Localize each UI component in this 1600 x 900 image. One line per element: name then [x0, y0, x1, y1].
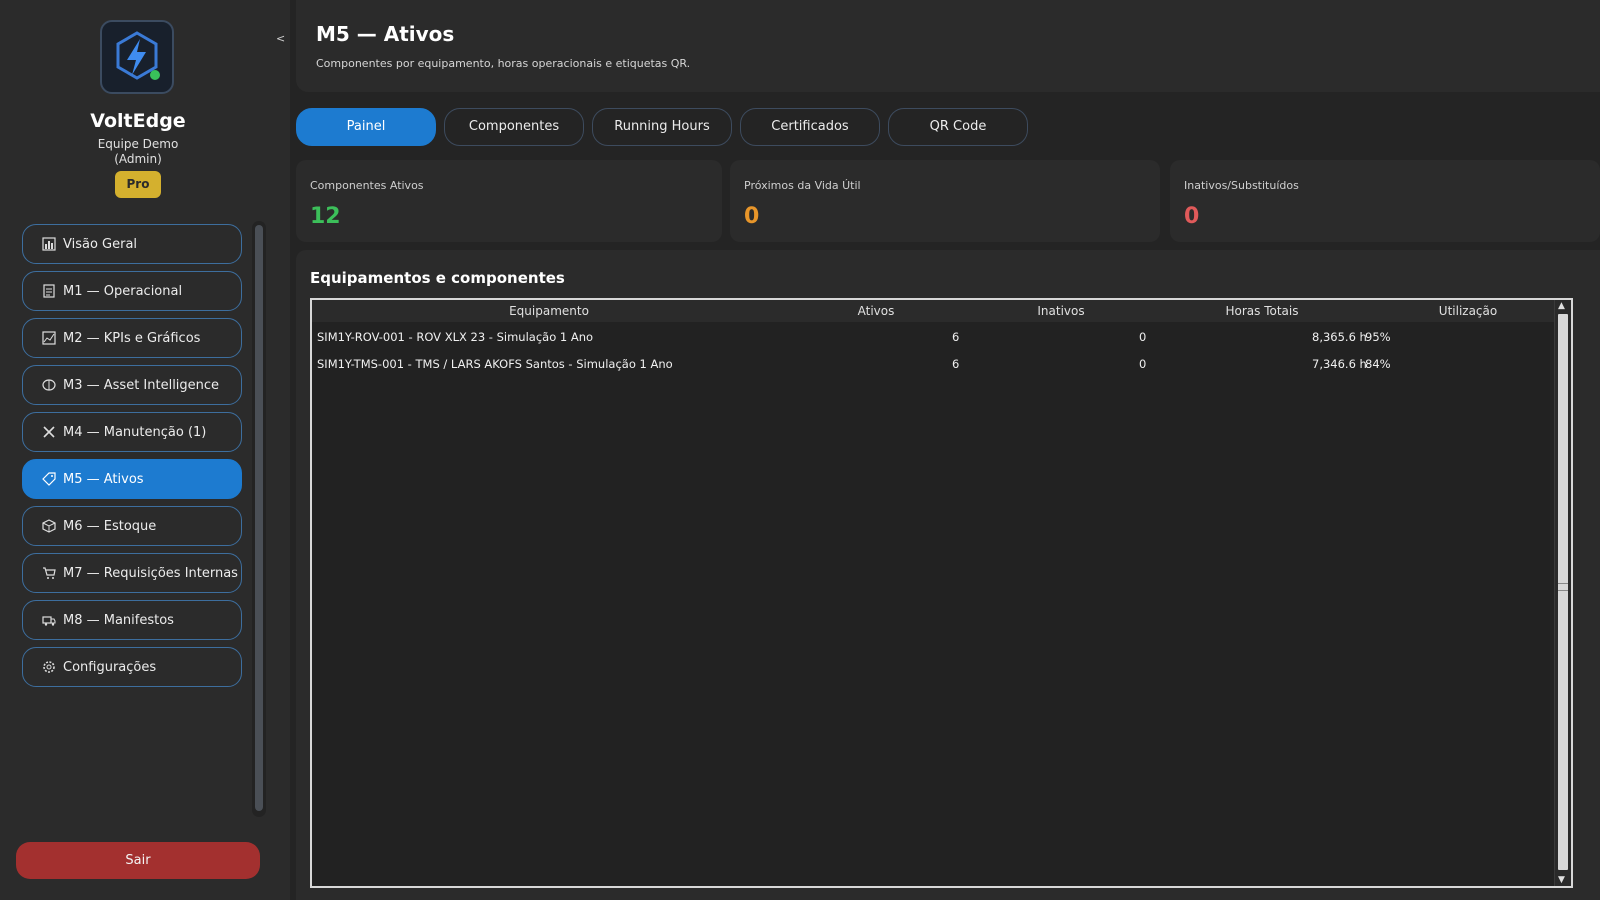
cell-equipamento: SIM1Y-ROV-001 - ROV XLX 23 - Simulação 1… — [317, 330, 594, 344]
stat-value: 0 — [1184, 204, 1200, 229]
sidebar-item-m8[interactable]: M8 — Manifestos — [22, 600, 242, 640]
sidebar-item-configuracoes[interactable]: Configurações — [22, 647, 242, 687]
stat-label: Próximos da Vida Útil — [744, 179, 861, 192]
chart-grid-icon — [42, 331, 56, 345]
team-role: (Admin) — [114, 152, 162, 166]
cell-utilizacao: 84% — [1365, 357, 1391, 371]
tab-qr-code[interactable]: QR Code — [888, 108, 1028, 146]
scroll-grip-icon — [1558, 583, 1568, 591]
sidebar-item-label: M4 — Manutenção (1) — [63, 424, 207, 440]
table-scrollbar[interactable]: ▲ ▼ — [1554, 300, 1571, 886]
sidebar-scroll-thumb[interactable] — [255, 225, 263, 811]
sidebar-item-label: Visão Geral — [63, 236, 138, 252]
table-row[interactable]: SIM1Y-TMS-001 - TMS / LARS AKOFS Santos … — [312, 351, 1570, 377]
column-header-ativos[interactable]: Ativos — [786, 304, 966, 318]
scroll-up-icon[interactable]: ▲ — [1558, 301, 1565, 311]
cell-inativos: 0 — [1139, 357, 1147, 371]
cell-horas: 7,346.6 h — [1312, 357, 1367, 371]
tools-icon — [43, 426, 55, 438]
sidebar-item-label: Configurações — [63, 659, 157, 675]
sidebar-item-m4[interactable]: M4 — Manutenção (1) — [22, 412, 242, 452]
tab-componentes[interactable]: Componentes — [444, 108, 584, 146]
sidebar: < VoltEdge Equipe Demo (Admin) Pro Visão… — [0, 0, 290, 900]
sidebar-item-visao-geral[interactable]: Visão Geral — [22, 224, 242, 264]
sidebar-item-label: M8 — Manifestos — [63, 612, 174, 628]
page-header: M5 — Ativos Componentes por equipamento,… — [296, 0, 1600, 92]
sidebar-scrollbar[interactable] — [252, 221, 266, 817]
sidebar-item-label: M1 — Operacional — [63, 283, 183, 299]
sidebar-item-m2[interactable]: M2 — KPIs e Gráficos — [22, 318, 242, 358]
collapse-sidebar-button[interactable]: < — [276, 32, 285, 45]
sidebar-item-m6[interactable]: M6 — Estoque — [22, 506, 242, 546]
stat-label: Inativos/Substituídos — [1184, 179, 1299, 192]
page-title: M5 — Ativos — [316, 22, 455, 46]
sidebar-item-label: M3 — Asset Intelligence — [63, 377, 220, 393]
cell-horas: 8,365.6 h — [1312, 330, 1367, 344]
tab-running-hours[interactable]: Running Hours — [592, 108, 732, 146]
cell-equipamento: SIM1Y-TMS-001 - TMS / LARS AKOFS Santos … — [317, 357, 673, 371]
stat-value: 0 — [744, 204, 760, 229]
sidebar-item-label: M6 — Estoque — [63, 518, 157, 534]
box-icon — [42, 519, 56, 533]
stat-value: 12 — [310, 204, 341, 229]
cell-inativos: 0 — [1139, 330, 1147, 344]
stat-card-inativos: Inativos/Substituídos 0 — [1170, 160, 1600, 242]
scroll-down-icon[interactable]: ▼ — [1558, 875, 1565, 885]
cell-utilizacao: 95% — [1365, 330, 1391, 344]
cell-ativos: 6 — [952, 330, 960, 344]
sidebar-item-label: M2 — KPIs e Gráficos — [63, 330, 201, 346]
table-scroll-thumb[interactable] — [1558, 314, 1568, 870]
sidebar-item-m5[interactable]: M5 — Ativos — [22, 459, 242, 499]
panel-title: Equipamentos e componentes — [310, 269, 565, 287]
brain-icon — [42, 379, 56, 391]
stat-card-ativos: Componentes Ativos 12 — [296, 160, 722, 242]
team-name: Equipe Demo — [97, 137, 179, 151]
truck-icon — [42, 616, 56, 626]
sidebar-item-m7[interactable]: M7 — Requisições Internas — [22, 553, 242, 593]
tab-painel[interactable]: Painel — [296, 108, 436, 146]
clipboard-icon — [43, 284, 55, 298]
logout-button[interactable]: Sair — [16, 842, 260, 879]
cart-icon — [43, 567, 56, 579]
app-logo — [100, 20, 174, 94]
tab-certificados[interactable]: Certificados — [740, 108, 880, 146]
table-row[interactable]: SIM1Y-ROV-001 - ROV XLX 23 - Simulação 1… — [312, 324, 1570, 350]
column-header-inativos[interactable]: Inativos — [966, 304, 1156, 318]
equipment-panel: Equipamentos e componentes Equipamento A… — [296, 250, 1600, 900]
brand-name: VoltEdge — [90, 110, 186, 132]
page-subtitle: Componentes por equipamento, horas opera… — [316, 57, 691, 70]
equipment-table[interactable]: Equipamento Ativos Inativos Horas Totais… — [310, 298, 1573, 888]
sidebar-item-m1[interactable]: M1 — Operacional — [22, 271, 242, 311]
sidebar-item-label: M7 — Requisições Internas — [63, 565, 238, 581]
sidebar-item-m3[interactable]: M3 — Asset Intelligence — [22, 365, 242, 405]
team-info: Equipe Demo (Admin) — [0, 137, 276, 167]
stat-card-vida-util: Próximos da Vida Útil 0 — [730, 160, 1160, 242]
sidebar-item-label: M5 — Ativos — [63, 471, 144, 487]
tag-icon — [42, 472, 56, 486]
column-header-equipamento[interactable]: Equipamento — [312, 304, 786, 318]
lightning-icon — [116, 31, 160, 80]
column-header-horas[interactable]: Horas Totais — [1156, 304, 1368, 318]
table-header: Equipamento Ativos Inativos Horas Totais… — [312, 300, 1570, 322]
stat-label: Componentes Ativos — [310, 179, 424, 192]
plan-badge: Pro — [115, 171, 161, 198]
cell-ativos: 6 — [952, 357, 960, 371]
gear-icon — [43, 661, 55, 673]
column-header-utilizacao[interactable]: Utilização — [1368, 304, 1568, 318]
bar-chart-icon — [42, 237, 56, 251]
